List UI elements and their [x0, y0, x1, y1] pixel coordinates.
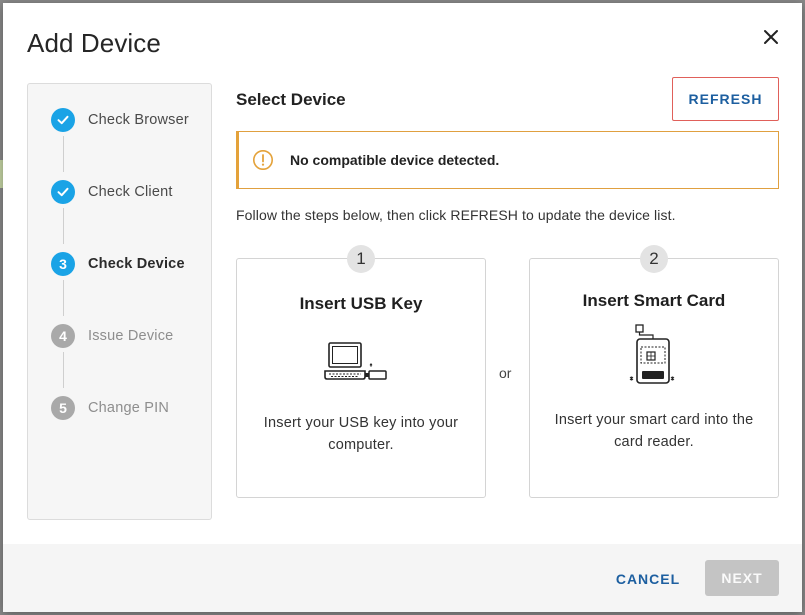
- card-title: Insert USB Key: [299, 294, 423, 313]
- refresh-button[interactable]: REFRESH: [672, 77, 779, 121]
- step-label: Issue Device: [88, 328, 174, 344]
- dialog-title: Add Device: [27, 28, 161, 58]
- step-check-browser: Check Browser: [51, 107, 189, 133]
- card-description: Insert your USB key into your: [263, 415, 459, 431]
- step-connector: [63, 136, 64, 172]
- step-label: Check Browser: [88, 112, 189, 128]
- section-title: Select Device: [236, 90, 346, 109]
- card-description: Insert your smart card into the: [554, 412, 754, 428]
- step-check-device: 3 Check Device: [51, 251, 185, 277]
- step-change-pin: 5 Change PIN: [51, 395, 169, 421]
- card-description: card reader.: [614, 434, 694, 450]
- usb-key-card: 1 Insert USB Key Insert your USB key int…: [236, 245, 486, 498]
- smart-card-reader-icon: [629, 324, 675, 384]
- warning-icon: [253, 150, 273, 170]
- close-button[interactable]: [757, 23, 785, 51]
- step-issue-device: 4 Issue Device: [51, 323, 173, 349]
- dialog-footer: CANCEL NEXT: [3, 544, 802, 612]
- card-title: Insert Smart Card: [582, 291, 726, 310]
- next-button[interactable]: NEXT: [705, 560, 779, 596]
- card-step-number: 2: [640, 245, 668, 273]
- close-icon: [764, 30, 778, 44]
- step-number-badge: 3: [51, 252, 75, 276]
- laptop-usb-icon: [324, 342, 387, 380]
- checkmark-icon: [57, 187, 69, 197]
- instructions-text: Follow the steps below, then click REFRE…: [236, 207, 676, 223]
- step-label: Check Client: [88, 184, 173, 200]
- step-number-badge: 4: [51, 324, 75, 348]
- step-number-badge: 5: [51, 396, 75, 420]
- step-check-client: Check Client: [51, 179, 173, 205]
- cancel-button[interactable]: CANCEL: [608, 561, 688, 597]
- step-connector: [63, 352, 64, 388]
- smart-card-card: 2 Insert Smart Card Insert your smart ca…: [529, 245, 779, 498]
- stepper-panel: Check Browser Check Client 3 Check Devic…: [27, 83, 212, 520]
- step-connector: [63, 280, 64, 316]
- step-label: Change PIN: [88, 400, 169, 416]
- checkmark-icon: [57, 115, 69, 125]
- card-step-number: 1: [347, 245, 375, 273]
- or-separator: or: [499, 365, 512, 381]
- step-label: Check Device: [88, 256, 185, 272]
- alert-message: No compatible device detected.: [290, 152, 500, 168]
- card-description: computer.: [328, 437, 394, 453]
- add-device-dialog: Add Device Check Browser Check Client 3 …: [3, 3, 802, 612]
- warning-alert: No compatible device detected.: [236, 131, 779, 189]
- step-connector: [63, 208, 64, 244]
- step-done-badge: [51, 180, 75, 204]
- step-done-badge: [51, 108, 75, 132]
